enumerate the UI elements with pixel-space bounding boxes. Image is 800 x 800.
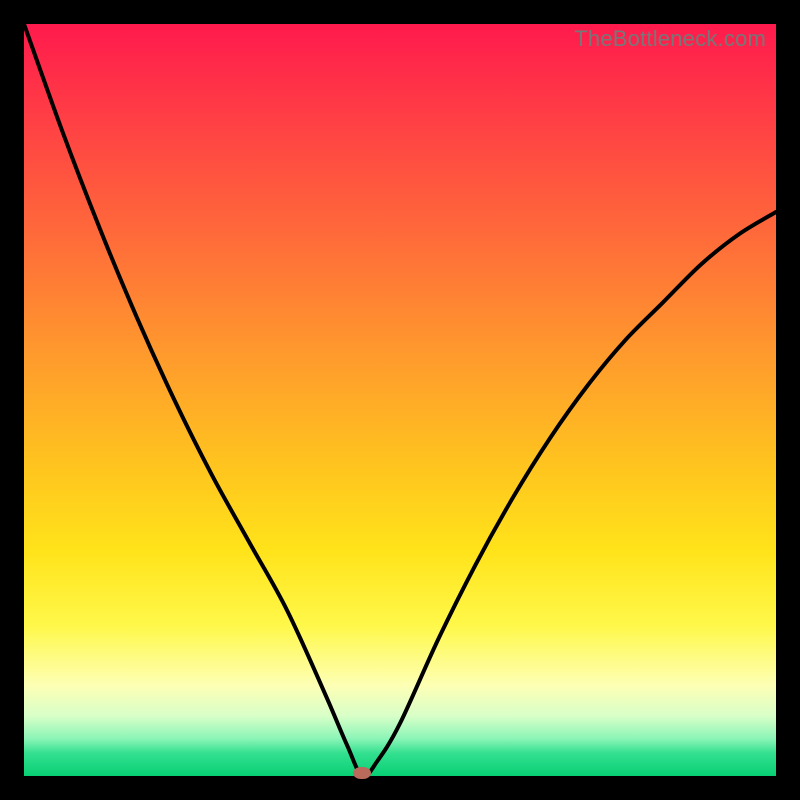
curve-path — [24, 24, 776, 776]
chart-frame: TheBottleneck.com — [0, 0, 800, 800]
chart-plot-area: TheBottleneck.com — [24, 24, 776, 776]
optimal-point-marker — [353, 767, 371, 779]
bottleneck-curve — [24, 24, 776, 776]
